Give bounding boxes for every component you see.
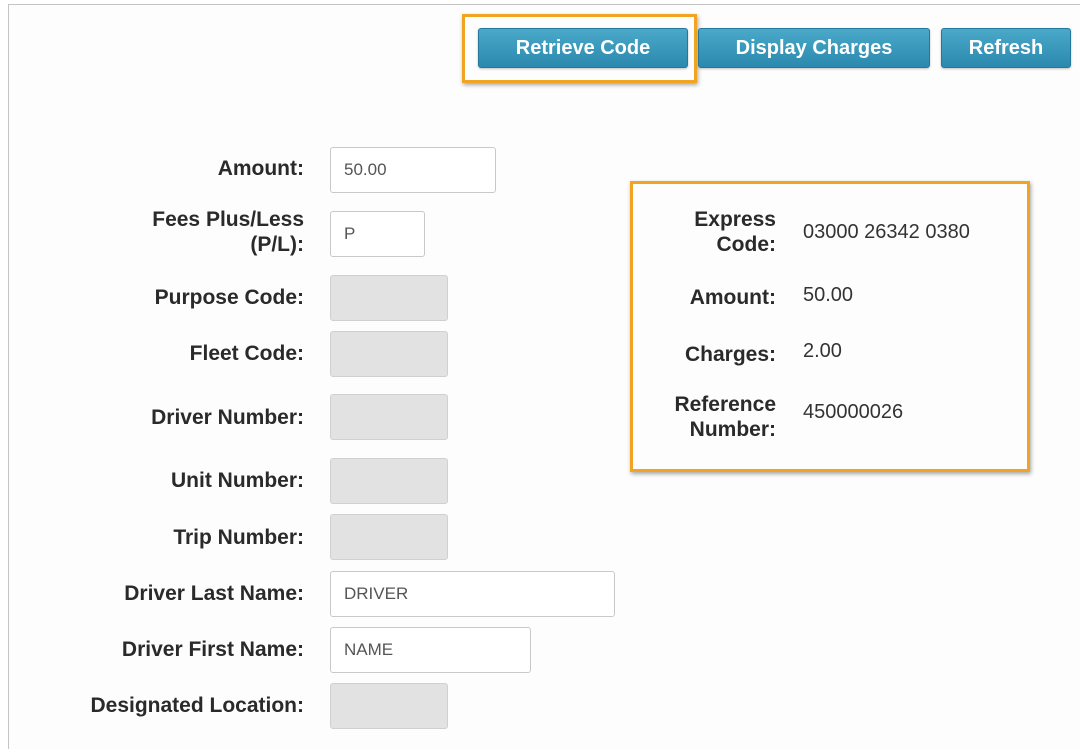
reference-number-label-line2: Number:: [689, 418, 776, 441]
retrieve-code-button[interactable]: Retrieve Code: [478, 28, 688, 68]
fees-plus-less-field[interactable]: [330, 211, 425, 257]
purpose-code-field: [330, 275, 448, 321]
trip-number-field: [330, 514, 448, 560]
amount-field[interactable]: [330, 147, 496, 193]
display-charges-button[interactable]: Display Charges: [698, 28, 930, 68]
driver-last-name-label: Driver Last Name:: [124, 582, 304, 605]
express-code-value: 03000 26342 0380: [803, 221, 970, 243]
driver-first-name-field[interactable]: [330, 627, 531, 673]
reference-number-label-line1: Reference: [674, 393, 776, 416]
express-code-label-line1: Express: [694, 208, 776, 231]
designated-location-field: [330, 683, 448, 729]
designated-location-label: Designated Location:: [90, 694, 304, 717]
charges-label: Charges:: [684, 343, 776, 366]
amount-label: Amount:: [217, 157, 304, 180]
driver-number-label: Driver Number:: [151, 406, 304, 429]
result-amount-label: Amount:: [689, 286, 776, 309]
fees-plus-less-label-line1: Fees Plus/Less: [152, 208, 304, 231]
trip-number-label: Trip Number:: [173, 526, 304, 549]
result-amount-value: 50.00: [803, 284, 854, 306]
driver-number-field: [330, 394, 448, 440]
fees-plus-less-label-line2: (P/L):: [250, 233, 304, 256]
driver-first-name-label: Driver First Name:: [121, 638, 304, 661]
express-code-label-line2: Code:: [716, 233, 777, 256]
fleet-code-label: Fleet Code:: [189, 342, 304, 365]
unit-number-label: Unit Number:: [171, 469, 304, 492]
fleet-code-field: [330, 331, 448, 377]
charges-value: 2.00: [803, 340, 842, 362]
driver-last-name-field[interactable]: [330, 571, 615, 617]
unit-number-field: [330, 458, 448, 504]
fees-plus-less-label: Fees Plus/Less (P/L):: [152, 207, 304, 257]
reference-number-value: 450000026: [803, 401, 904, 423]
refresh-button[interactable]: Refresh: [941, 28, 1071, 68]
express-code-label: Express Code:: [694, 207, 776, 257]
purpose-code-label: Purpose Code:: [154, 286, 304, 309]
reference-number-label: Reference Number:: [674, 392, 776, 442]
